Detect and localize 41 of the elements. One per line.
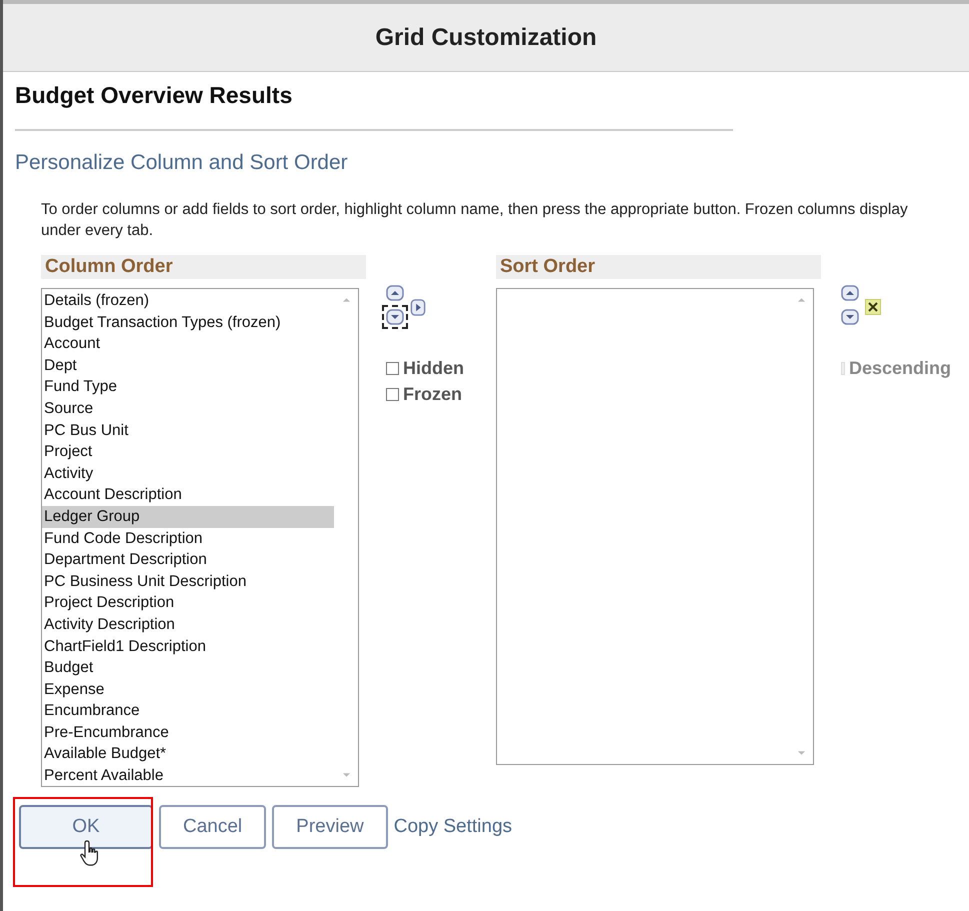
move-up-button[interactable] bbox=[386, 285, 404, 301]
list-item[interactable]: Fund Code Description bbox=[42, 528, 334, 550]
add-to-sort-button[interactable] bbox=[410, 299, 426, 316]
remove-button[interactable] bbox=[865, 299, 881, 315]
list-item[interactable]: Activity bbox=[42, 462, 334, 484]
dialog-button[interactable]: Preview bbox=[272, 805, 388, 849]
move-down-button[interactable] bbox=[841, 309, 859, 325]
sort-order-heading: Sort Order bbox=[496, 255, 821, 279]
list-item[interactable]: Pre-Encumbrance bbox=[42, 722, 334, 744]
section-title: Personalize Column and Sort Order bbox=[15, 151, 349, 175]
list-item[interactable]: Fund Type bbox=[42, 376, 334, 398]
list-item[interactable]: Account Description bbox=[42, 484, 334, 506]
list-item[interactable]: Activity Description bbox=[42, 614, 334, 636]
list-item[interactable]: ChartField1 Description bbox=[42, 636, 334, 658]
move-up-button[interactable] bbox=[841, 285, 859, 301]
column-order-list[interactable] bbox=[41, 288, 359, 787]
list-item[interactable]: Budget Transaction Types (frozen) bbox=[42, 312, 334, 334]
list-item[interactable]: Available Budget* bbox=[42, 743, 334, 766]
list-item[interactable]: Ledger Group bbox=[42, 506, 334, 528]
copy-settings-link[interactable]: Copy Settings bbox=[394, 816, 512, 838]
list-item[interactable]: Source bbox=[42, 398, 334, 420]
list-item[interactable]: Expense bbox=[42, 678, 334, 700]
list-item[interactable]: Dept bbox=[42, 354, 334, 376]
list-item[interactable]: Department Description bbox=[42, 549, 334, 571]
list-item[interactable]: PC Bus Unit bbox=[42, 420, 334, 442]
instructions-text: To order columns or add fields to sort order, highlight column name, then press the appropriate button. Frozen columns display under every tab. bbox=[41, 200, 909, 241]
list-item[interactable]: Account bbox=[42, 333, 334, 355]
list-item[interactable]: Project Description bbox=[42, 592, 334, 614]
list-item[interactable]: Project bbox=[42, 441, 334, 463]
checkbox[interactable]: Frozen bbox=[386, 381, 496, 407]
list-item[interactable]: Encumbrance bbox=[42, 700, 334, 722]
checkbox[interactable]: Hidden bbox=[386, 355, 496, 381]
list-item[interactable]: Details (frozen) bbox=[42, 290, 334, 312]
window-title: Grid Customization bbox=[375, 24, 597, 52]
page-title: Budget Overview Results bbox=[15, 82, 294, 109]
dialog-button[interactable]: OK bbox=[19, 805, 153, 849]
dialog-button[interactable]: Cancel bbox=[159, 805, 266, 849]
list-item[interactable]: Percent Available bbox=[42, 765, 334, 787]
column-order-heading: Column Order bbox=[41, 255, 366, 279]
list-item[interactable]: Budget bbox=[42, 657, 334, 679]
list-item[interactable]: PC Business Unit Description bbox=[42, 570, 334, 592]
